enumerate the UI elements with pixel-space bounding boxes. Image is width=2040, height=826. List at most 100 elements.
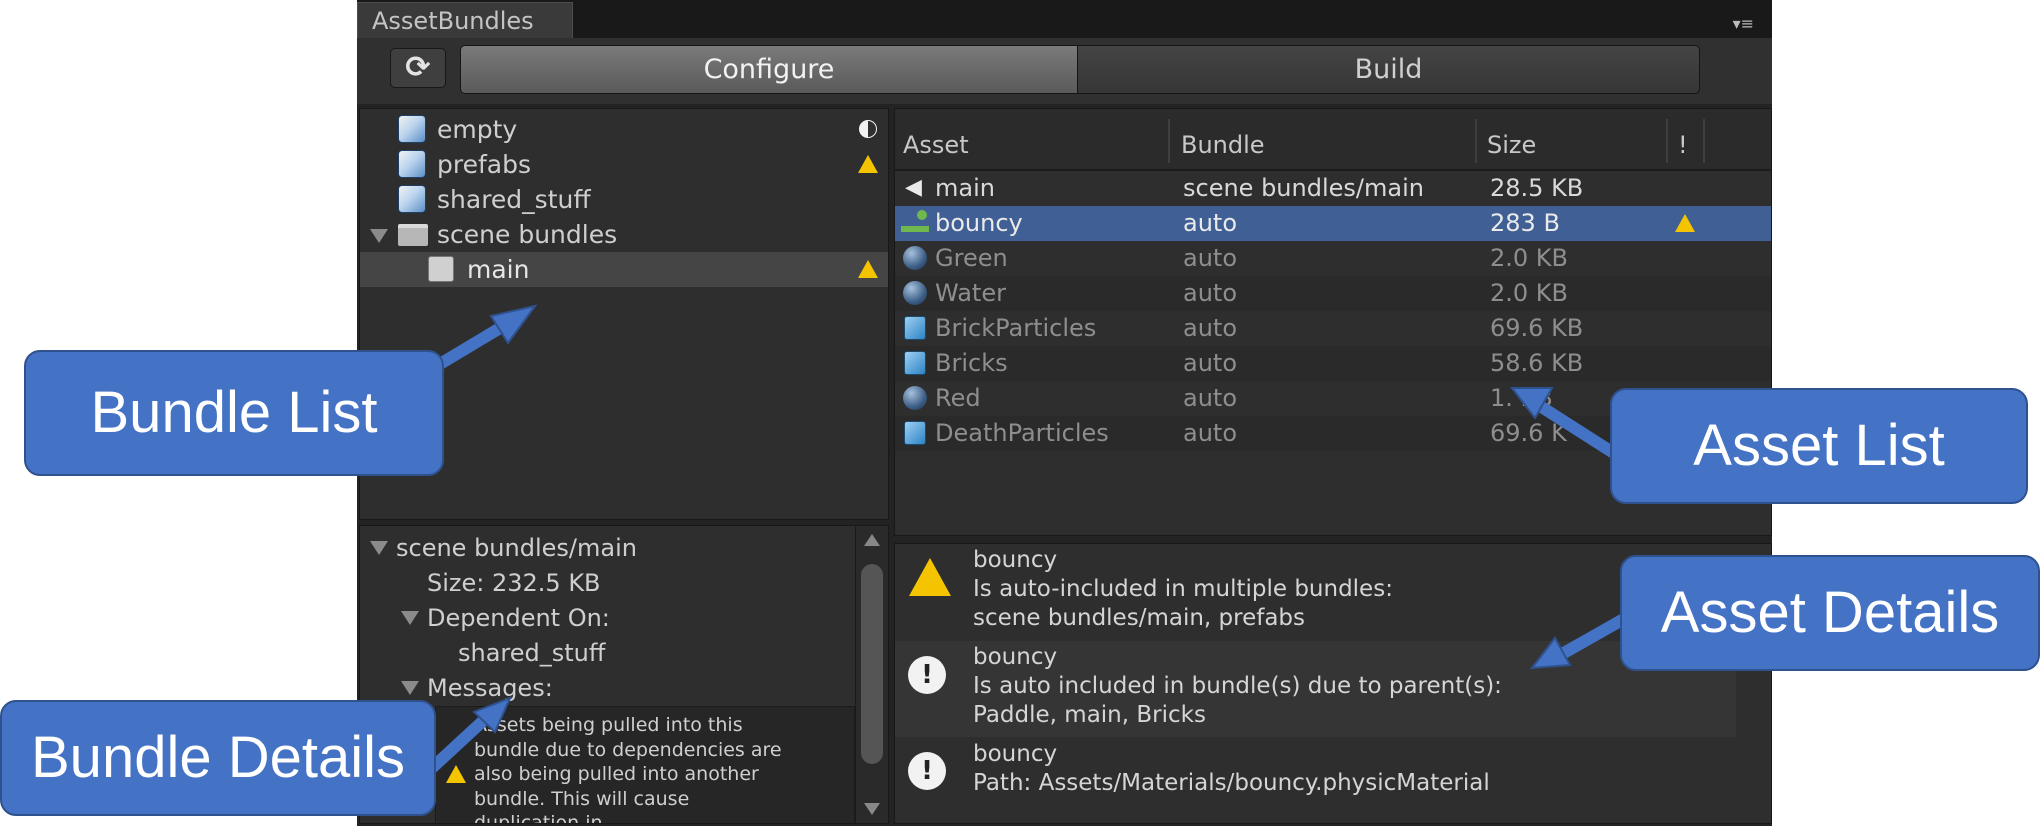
scene-speaker-icon: ◀ — [905, 175, 922, 200]
asset-row-bouncy[interactable]: bouncy auto 283 B — [895, 206, 1771, 241]
bundle-details-title: scene bundles/main — [396, 534, 637, 562]
callout-asset-details: Asset Details — [1620, 555, 2040, 671]
asset-size: 69.6 KB — [1490, 314, 1584, 342]
bundle-size: Size: 232.5 KB — [427, 569, 601, 597]
bundle-item-label: main — [467, 255, 530, 284]
column-divider[interactable] — [1666, 119, 1668, 163]
expand-arrow-icon[interactable] — [401, 681, 419, 695]
asset-size: 58.6 KB — [1490, 349, 1584, 377]
tab-build[interactable]: Build — [1078, 45, 1700, 94]
asset-bundle: auto — [1183, 244, 1238, 272]
warning-icon — [446, 765, 466, 783]
asset-row-green[interactable]: Green auto 2.0 KB — [895, 241, 1771, 276]
asset-name: DeathParticles — [935, 419, 1109, 447]
scene-bundle-icon — [428, 256, 454, 282]
asset-row-brickparticles[interactable]: BrickParticles auto 69.6 KB — [895, 311, 1771, 346]
asset-name: Water — [935, 279, 1006, 307]
callout-bundle-details: Bundle Details — [0, 700, 436, 816]
asset-message-text: bouncy Is auto-included in multiple bund… — [973, 547, 1393, 631]
bundle-message-box: Assets being pulled into this bundle due… — [435, 706, 855, 824]
asset-size: 69.6 K — [1490, 419, 1567, 447]
bundle-item-empty[interactable]: empty — [360, 112, 888, 147]
bundle-item-shared-stuff[interactable]: shared_stuff — [360, 182, 888, 217]
column-divider[interactable] — [1703, 119, 1705, 163]
asset-row-water[interactable]: Water auto 2.0 KB — [895, 276, 1771, 311]
warning-icon — [858, 260, 878, 278]
asset-row-main[interactable]: ◀ main scene bundles/main 28.5 KB — [895, 171, 1771, 206]
asset-size: 2.0 KB — [1490, 244, 1568, 272]
asset-bundle: scene bundles/main — [1183, 174, 1424, 202]
asset-row-bricks[interactable]: Bricks auto 58.6 KB — [895, 346, 1771, 381]
scroll-up-icon[interactable] — [864, 534, 880, 546]
info-icon: ! — [908, 656, 946, 694]
asset-message-text: bouncy Is auto included in bundle(s) due… — [973, 644, 1502, 728]
asset-bundle: auto — [1183, 314, 1238, 342]
window-menu-icon[interactable]: ▾≡ — [1733, 16, 1754, 32]
warning-icon — [1675, 214, 1695, 232]
asset-bundle: auto — [1183, 384, 1238, 412]
bundle-item-label: prefabs — [437, 150, 531, 179]
dependency-item: shared_stuff — [458, 639, 606, 667]
bundle-folder-scene-bundles[interactable]: scene bundles — [360, 217, 888, 252]
physic-material-icon — [901, 210, 929, 234]
expand-arrow-icon[interactable] — [370, 541, 388, 555]
column-divider[interactable] — [1475, 119, 1477, 163]
scrollbar[interactable] — [855, 526, 888, 823]
scroll-thumb[interactable] — [861, 564, 883, 764]
bundle-cube-icon — [398, 150, 426, 178]
material-sphere-icon — [903, 386, 927, 410]
asset-message-info: ! bouncy Is auto included in bundle(s) d… — [895, 641, 1736, 737]
material-sphere-icon — [903, 246, 927, 270]
material-sphere-icon — [903, 281, 927, 305]
bundle-item-label: shared_stuff — [437, 185, 591, 214]
toolbar: ⟳ Configure Build — [357, 38, 1772, 104]
scroll-down-icon[interactable] — [864, 803, 880, 815]
asset-bundle: auto — [1183, 349, 1238, 377]
column-asset[interactable]: Asset — [903, 125, 969, 165]
window-tab[interactable]: AssetBundles — [357, 2, 573, 38]
bundle-item-prefabs[interactable]: prefabs — [360, 147, 888, 182]
column-divider[interactable] — [1168, 119, 1170, 163]
bundle-cube-icon — [398, 185, 426, 213]
column-size[interactable]: Size — [1487, 125, 1536, 165]
dependent-on-label: Dependent On: — [427, 604, 610, 632]
asset-name: Bricks — [935, 349, 1008, 377]
asset-message-info: ! bouncy Path: Assets/Materials/bouncy.p… — [895, 738, 1771, 823]
prefab-cube-icon — [904, 421, 926, 445]
warning-icon — [858, 155, 878, 173]
messages-label: Messages: — [427, 674, 553, 702]
asset-bundle: auto — [1183, 419, 1238, 447]
bundle-item-main[interactable]: main — [360, 252, 888, 287]
asset-size: 28.5 KB — [1490, 174, 1584, 202]
folder-icon — [398, 224, 428, 246]
asset-size: 2.0 KB — [1490, 279, 1568, 307]
asset-list-header: Asset Bundle Size ! — [895, 109, 1771, 171]
callout-bundle-list: Bundle List — [24, 350, 444, 476]
warning-icon — [909, 558, 951, 596]
asset-bundle: auto — [1183, 279, 1238, 307]
asset-size: 283 B — [1490, 209, 1560, 237]
bundle-details-panel: scene bundles/main Size: 232.5 KB Depend… — [359, 525, 889, 824]
prefab-cube-icon — [904, 316, 926, 340]
asset-name: Green — [935, 244, 1008, 272]
asset-name: bouncy — [935, 209, 1023, 237]
prefab-cube-icon — [904, 351, 926, 375]
bundle-cube-icon — [398, 115, 426, 143]
column-bundle[interactable]: Bundle — [1181, 125, 1265, 165]
bundle-item-label: scene bundles — [437, 220, 618, 249]
asset-name: BrickParticles — [935, 314, 1097, 342]
expand-arrow-icon[interactable] — [401, 611, 419, 625]
asset-name: Red — [935, 384, 981, 412]
assetbundles-window: AssetBundles ▾≡ ⟳ Configure Build empty … — [357, 0, 1772, 826]
callout-asset-list: Asset List — [1610, 388, 2028, 504]
asset-message-text: bouncy Path: Assets/Materials/bouncy.phy… — [973, 741, 1490, 796]
bundle-message-text: Assets being pulled into this bundle due… — [474, 714, 782, 824]
tab-configure[interactable]: Configure — [460, 45, 1078, 94]
column-warning[interactable]: ! — [1678, 125, 1688, 165]
window-tab-bar: AssetBundles ▾≡ — [357, 0, 1772, 38]
info-icon: ! — [908, 752, 946, 790]
refresh-icon[interactable]: ⟳ — [390, 48, 446, 88]
asset-name: main — [935, 174, 995, 202]
expand-arrow-icon[interactable] — [370, 229, 388, 243]
bundle-item-label: empty — [437, 115, 518, 144]
